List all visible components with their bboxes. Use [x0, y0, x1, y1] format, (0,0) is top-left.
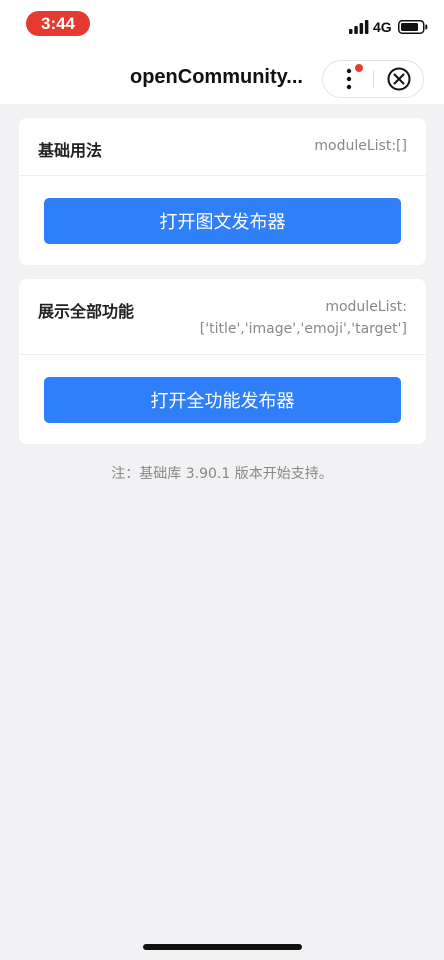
mini-program-capsule	[322, 60, 424, 98]
close-circle-icon	[387, 67, 411, 91]
status-bar: 3:44 4G	[0, 0, 444, 46]
page-title: openCommunity...	[130, 66, 303, 88]
module-list-key: moduleList:	[325, 299, 407, 315]
home-indicator[interactable]	[143, 944, 302, 950]
full-features-card: 展示全部功能 moduleList: ['title','image','emo…	[19, 279, 426, 444]
open-image-text-publisher-button[interactable]: 打开图文发布器	[44, 198, 401, 244]
divider	[19, 175, 426, 176]
close-button[interactable]	[374, 61, 424, 97]
basic-usage-card: 基础用法 moduleList:[] 打开图文发布器	[19, 118, 426, 265]
module-list-label: moduleList: ['title','image','emoji','ta…	[200, 296, 407, 340]
battery-icon	[398, 20, 428, 34]
notification-dot	[355, 64, 363, 72]
module-list-value: ['title','image','emoji','target']	[199, 321, 407, 337]
more-dots-icon	[346, 64, 363, 90]
network-type-label: 4G	[373, 19, 392, 35]
module-list-label: moduleList:[]	[314, 138, 407, 154]
more-button[interactable]	[323, 61, 373, 97]
open-full-publisher-button[interactable]: 打开全功能发布器	[44, 377, 401, 423]
section-title: 展示全部功能	[38, 302, 135, 321]
cellular-signal-icon	[349, 20, 369, 34]
support-note: 注：基础库 3.90.1 版本开始支持。	[111, 466, 333, 482]
status-time: 3:44	[26, 11, 90, 36]
divider	[19, 354, 426, 355]
section-title: 基础用法	[38, 141, 103, 160]
